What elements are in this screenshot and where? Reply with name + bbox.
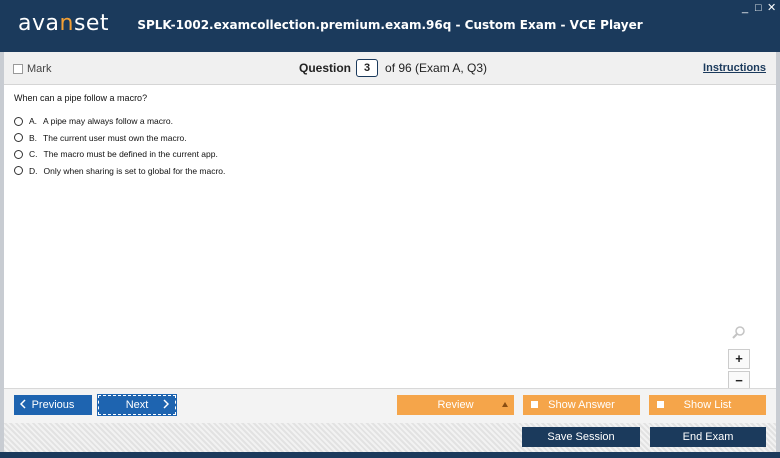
- previous-button[interactable]: Previous: [14, 395, 92, 415]
- question-content: When can a pipe follow a macro? A. A pip…: [4, 85, 776, 391]
- answer-option-b[interactable]: B. The current user must own the macro.: [14, 130, 225, 147]
- mark-checkbox[interactable]: Mark: [13, 63, 51, 75]
- session-bar: Save Session End Exam: [4, 423, 776, 452]
- close-button[interactable]: ✕: [767, 3, 776, 14]
- question-of-total: of 96 (Exam A, Q3): [385, 61, 488, 75]
- review-button[interactable]: Review: [397, 395, 514, 415]
- radio-icon[interactable]: [14, 166, 23, 176]
- checkbox-icon: [13, 64, 23, 74]
- chevron-right-icon: [163, 398, 170, 412]
- mark-label: Mark: [27, 63, 52, 75]
- radio-icon[interactable]: [14, 133, 23, 143]
- zoom-in-button[interactable]: +: [728, 349, 750, 369]
- bottom-frame-edge: [0, 452, 780, 458]
- question-indicator: Question 3 of 96 (Exam A, Q3): [299, 59, 487, 77]
- zoom-controls: + −: [728, 325, 750, 393]
- minimize-button[interactable]: _: [742, 3, 748, 14]
- magnifier-icon: [728, 325, 750, 343]
- title-bar: avanset SPLK-1002.examcollection.premium…: [0, 0, 780, 52]
- maximize-button[interactable]: □: [755, 3, 762, 14]
- instructions-link[interactable]: Instructions: [703, 62, 766, 74]
- checkbox-icon: [657, 401, 664, 408]
- answer-option-c[interactable]: C. The macro must be defined in the curr…: [14, 146, 225, 163]
- answer-option-a[interactable]: A. A pipe may always follow a macro.: [14, 113, 225, 130]
- triangle-up-icon: [502, 402, 508, 407]
- answer-options: A. A pipe may always follow a macro. B. …: [14, 113, 225, 179]
- question-label: Question: [299, 61, 352, 75]
- save-session-button[interactable]: Save Session: [522, 427, 640, 447]
- question-number-input[interactable]: 3: [356, 59, 379, 77]
- vce-player-window: avanset SPLK-1002.examcollection.premium…: [0, 0, 780, 458]
- radio-icon[interactable]: [14, 116, 23, 126]
- show-list-button[interactable]: Show List: [649, 395, 766, 415]
- end-exam-button[interactable]: End Exam: [650, 427, 766, 447]
- radio-icon[interactable]: [14, 149, 23, 159]
- chevron-left-icon: [19, 398, 26, 412]
- right-frame-edge: [776, 52, 780, 452]
- show-answer-button[interactable]: Show Answer: [523, 395, 640, 415]
- window-title: SPLK-1002.examcollection.premium.exam.96…: [137, 18, 643, 32]
- question-text: When can a pipe follow a macro?: [14, 93, 148, 103]
- navigation-bar: Previous Next Review Show Answer Show Li…: [4, 388, 776, 423]
- next-button[interactable]: Next: [97, 394, 177, 416]
- question-header-bar: Mark Question 3 of 96 (Exam A, Q3) Instr…: [4, 52, 776, 85]
- answer-option-d[interactable]: D. Only when sharing is set to global fo…: [14, 163, 225, 180]
- checkbox-icon: [531, 401, 538, 408]
